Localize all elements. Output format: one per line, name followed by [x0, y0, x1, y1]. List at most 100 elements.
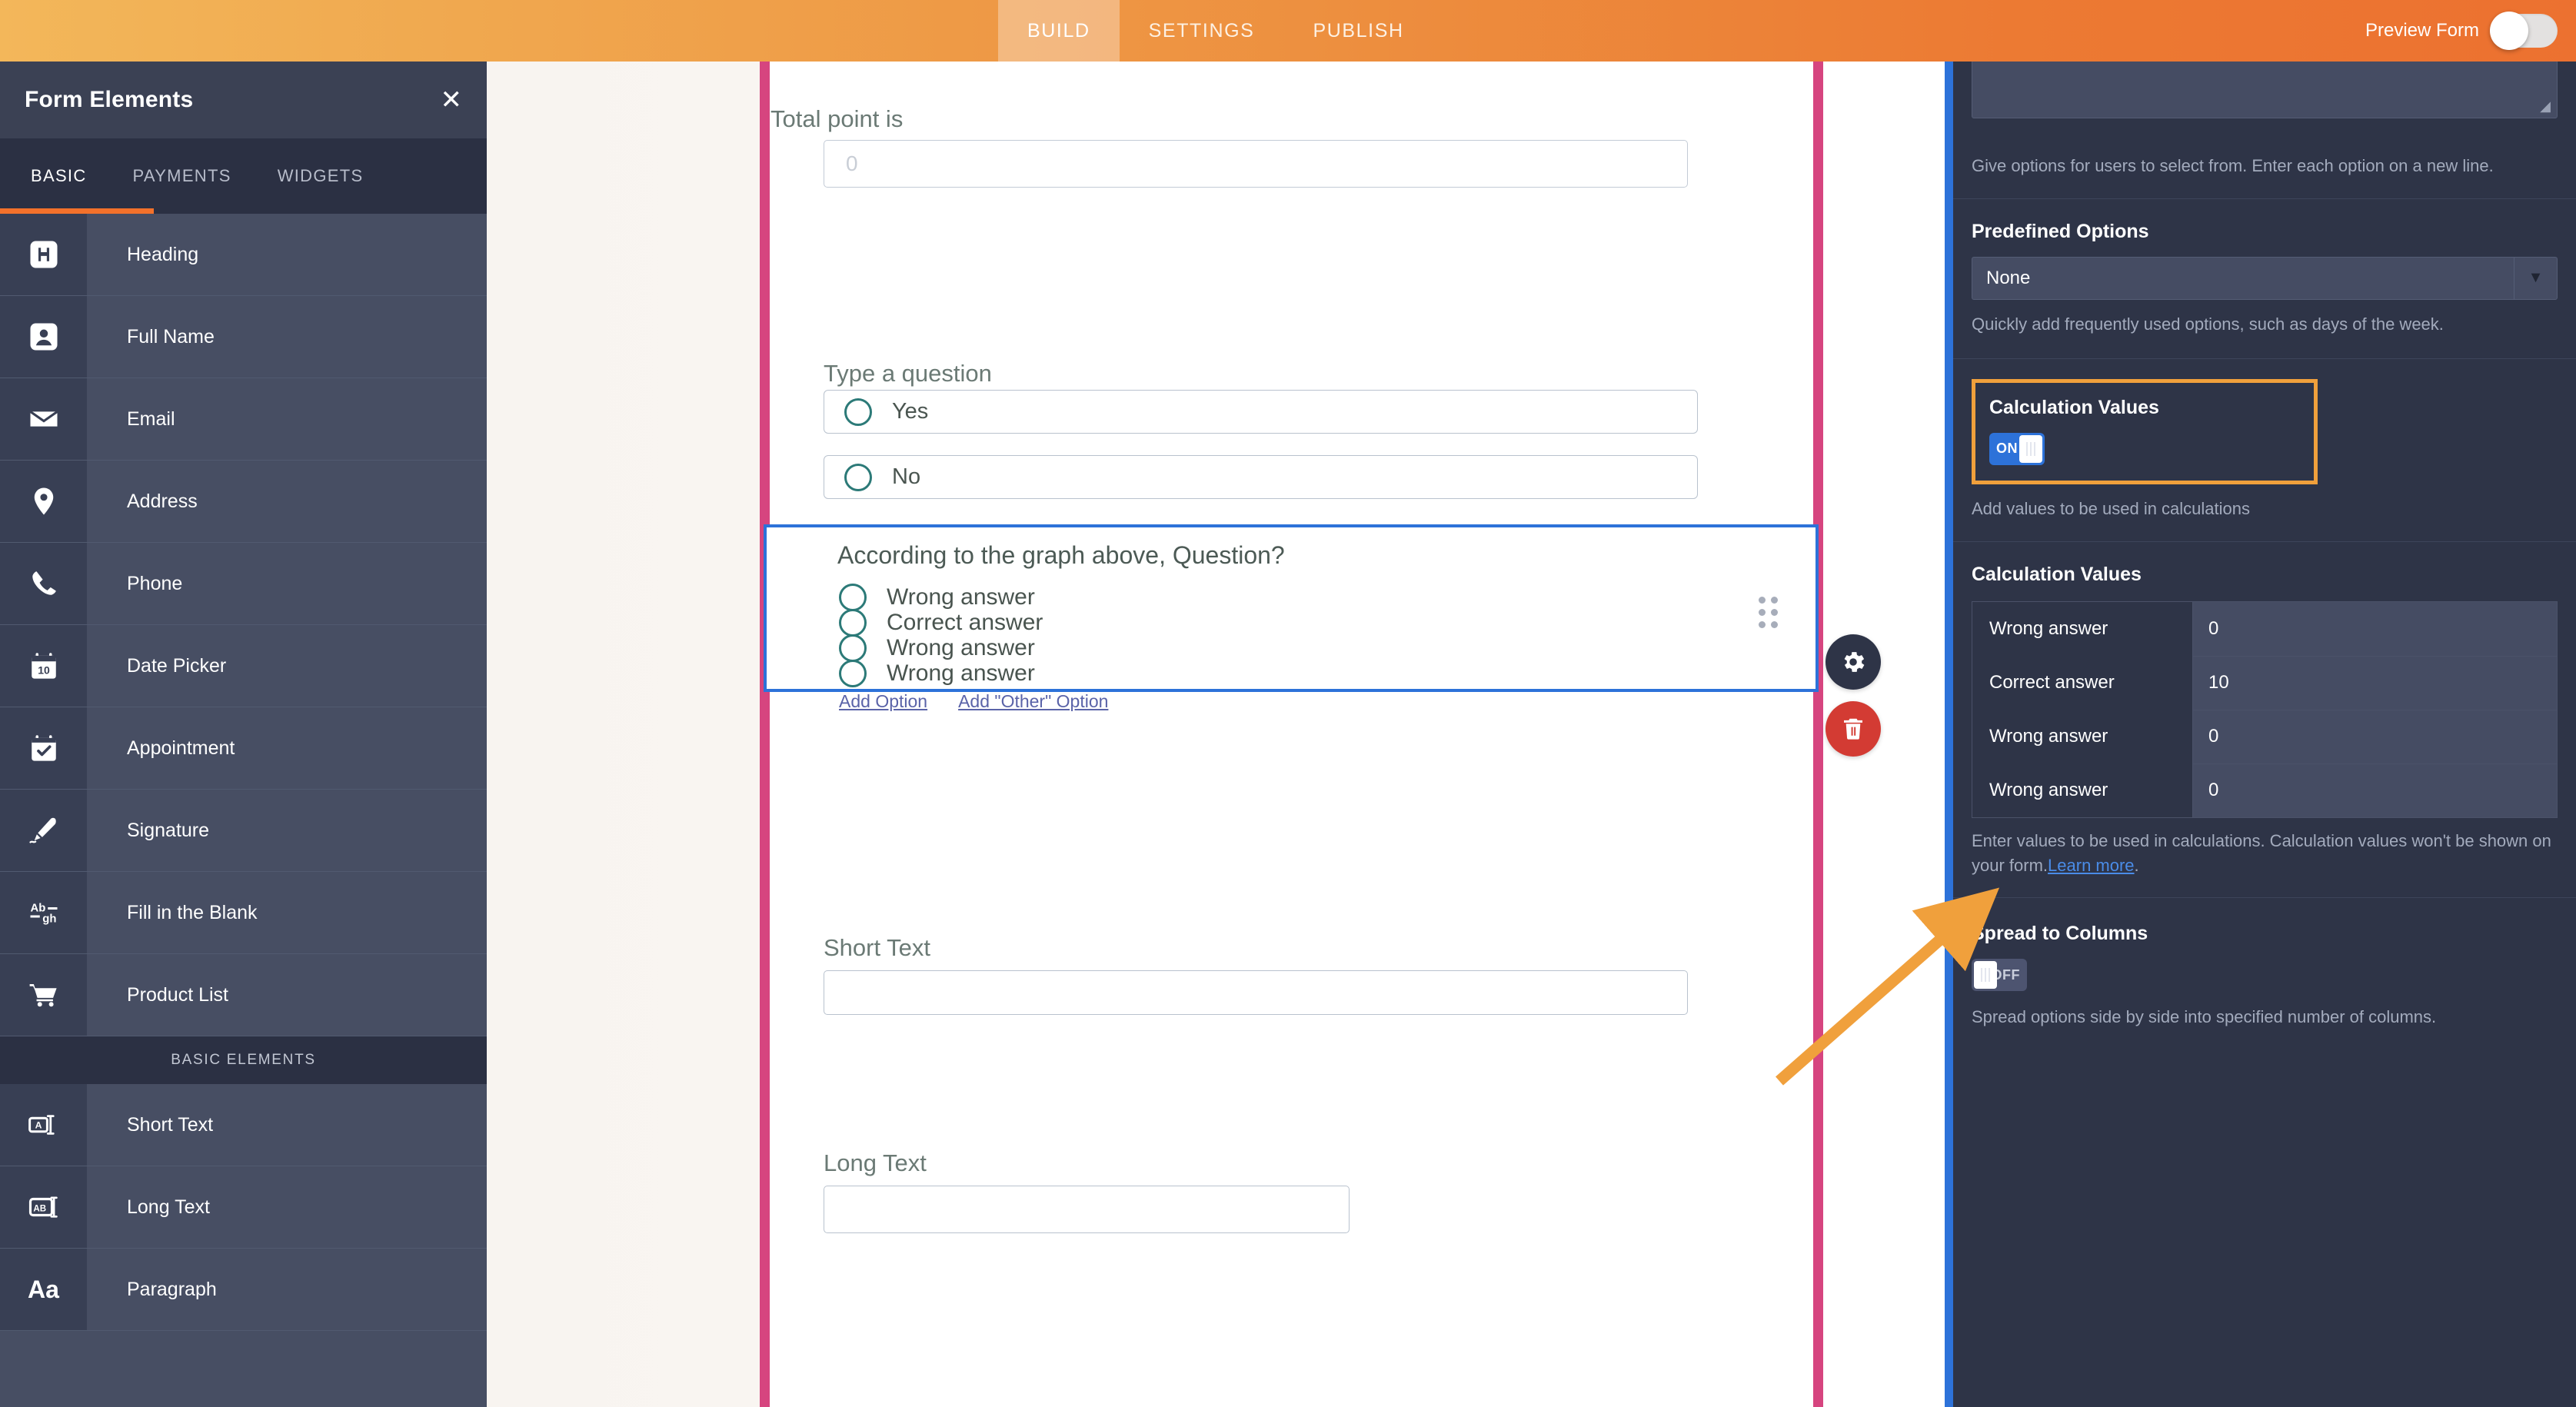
long-text-input[interactable] [824, 1186, 1350, 1233]
calculation-values-toggle[interactable]: ON [1989, 433, 2045, 465]
sidebar-item-phone[interactable]: Phone [0, 543, 487, 625]
form-elements-panel: Form Elements ✕ BASIC PAYMENTS WIDGETS H… [0, 62, 487, 1407]
radio-icon[interactable] [839, 660, 867, 687]
calculation-values-title: Calculation Values [1972, 564, 2558, 586]
drag-handle-icon[interactable] [1759, 597, 1778, 628]
option-label: No [892, 464, 920, 490]
tab-payments[interactable]: PAYMENTS [110, 138, 255, 214]
preview-form-control[interactable]: Preview Form [2365, 0, 2558, 62]
option-row[interactable]: Correct answer [839, 609, 1043, 637]
fill-blank-icon: Abgh [0, 872, 87, 953]
radio-icon[interactable] [839, 584, 867, 611]
table-row: Wrong answer 0 [1972, 602, 2557, 656]
toggle-knob[interactable] [1974, 961, 1997, 989]
sidebar-item-long-text[interactable]: AB Long Text [0, 1166, 487, 1249]
tab-basic[interactable]: BASIC [8, 138, 110, 214]
short-text-input[interactable] [824, 970, 1688, 1015]
radio-icon[interactable] [844, 464, 872, 491]
sidebar-item-full-name[interactable]: Full Name [0, 296, 487, 378]
short-text-icon: A [0, 1084, 87, 1166]
sidebar-item-paragraph[interactable]: Aa Paragraph [0, 1249, 487, 1331]
form-elements-header: Form Elements ✕ [0, 62, 487, 138]
options-help-text: Give options for users to select from. E… [1972, 154, 2558, 178]
sidebar-item-label: Product List [87, 954, 487, 1036]
toggle-knob[interactable] [2019, 435, 2042, 463]
option-row-no[interactable]: No [824, 455, 1698, 499]
calc-option-value[interactable]: 0 [2193, 763, 2557, 817]
tab-settings[interactable]: SETTINGS [1120, 0, 1284, 62]
option-label: Wrong answer [887, 635, 1035, 661]
panel-title: Form Elements [25, 87, 193, 113]
sidebar-item-address[interactable]: Address [0, 461, 487, 543]
sidebar-item-label: Short Text [87, 1084, 487, 1166]
calculation-values-help: Enter values to be used in calculations.… [1972, 829, 2558, 898]
calendar-check-icon [0, 707, 87, 789]
add-other-option-link[interactable]: Add "Other" Option [958, 691, 1108, 712]
calc-option-value[interactable]: 0 [2193, 710, 2557, 763]
element-list: Heading Full Name Email Address [0, 214, 487, 1407]
chevron-down-icon[interactable]: ▼ [2514, 258, 2557, 299]
tab-widgets[interactable]: WIDGETS [255, 138, 387, 214]
sidebar-tabs: BASIC PAYMENTS WIDGETS [0, 138, 487, 214]
paragraph-glyph: Aa [28, 1276, 59, 1304]
long-text-icon: AB [0, 1166, 87, 1248]
question-title: According to the graph above, Question? [837, 541, 1285, 570]
calc-option-name: Wrong answer [1972, 710, 2193, 763]
tab-basic-label: BASIC [31, 166, 87, 186]
option-row[interactable]: Wrong answer [839, 584, 1035, 611]
calendar-date-icon: 10 [0, 625, 87, 707]
envelope-icon [0, 378, 87, 460]
toggle-knob[interactable] [2490, 12, 2528, 50]
option-label: Correct answer [887, 610, 1043, 636]
total-point-input[interactable]: 0 [824, 140, 1688, 188]
option-row[interactable]: Wrong answer [839, 634, 1035, 662]
settings-panel-edge [1945, 62, 1953, 1407]
map-pin-icon [0, 461, 87, 542]
predefined-options-select[interactable]: None ▼ [1972, 257, 2558, 300]
selected-question-block[interactable]: According to the graph above, Question? … [764, 524, 1819, 692]
calc-option-value[interactable]: 10 [2193, 656, 2557, 710]
sidebar-item-signature[interactable]: Signature [0, 790, 487, 872]
preview-form-toggle[interactable] [2491, 14, 2558, 48]
spread-to-columns-help: Spread options side by side into specifi… [1972, 1005, 2558, 1029]
calc-option-name: Wrong answer [1972, 763, 2193, 817]
spread-to-columns-title: Spread to Columns [1972, 923, 2558, 945]
learn-more-link[interactable]: Learn more [2048, 856, 2135, 875]
sidebar-item-label: Appointment [87, 707, 487, 789]
sidebar-item-short-text[interactable]: A Short Text [0, 1084, 487, 1166]
top-tabs: BUILD SETTINGS PUBLISH [998, 0, 1433, 62]
radio-icon[interactable] [839, 609, 867, 637]
tab-publish-label: PUBLISH [1313, 20, 1403, 42]
options-textarea[interactable]: Wrong answer ◢ [1972, 62, 2558, 118]
sidebar-item-email[interactable]: Email [0, 378, 487, 461]
sidebar-item-label: Fill in the Blank [87, 872, 487, 953]
delete-button[interactable] [1825, 701, 1881, 757]
predefined-options-value: None [1972, 268, 2514, 289]
sidebar-item-appointment[interactable]: Appointment [0, 707, 487, 790]
gear-icon [1839, 648, 1867, 676]
form-fields-container: Total point is 0 Type a question Yes No … [770, 62, 1813, 1407]
settings-gear-button[interactable] [1825, 634, 1881, 690]
resize-handle-icon[interactable]: ◢ [2540, 98, 2551, 115]
option-row[interactable]: Wrong answer [839, 660, 1035, 687]
radio-icon[interactable] [844, 398, 872, 426]
calculation-values-toggle-help: Add values to be used in calculations [1972, 497, 2558, 541]
canvas-guide-right [1813, 62, 1823, 1407]
tab-publish[interactable]: PUBLISH [1283, 0, 1433, 62]
add-option-link[interactable]: Add Option [839, 691, 927, 712]
sidebar-item-fill-in-the-blank[interactable]: Abgh Fill in the Blank [0, 872, 487, 954]
short-text-label: Short Text [824, 934, 930, 962]
calculation-values-toggle-title: Calculation Values [1989, 397, 2300, 419]
tab-build[interactable]: BUILD [998, 0, 1120, 62]
calc-option-value[interactable]: 0 [2193, 602, 2557, 656]
sidebar-item-date-picker[interactable]: 10 Date Picker [0, 625, 487, 707]
sidebar-item-label: Phone [87, 543, 487, 624]
sidebar-item-product-list[interactable]: Product List [0, 954, 487, 1036]
close-icon[interactable]: ✕ [441, 87, 463, 113]
sidebar-item-heading[interactable]: Heading [0, 214, 487, 296]
tab-settings-label: SETTINGS [1149, 20, 1255, 42]
radio-icon[interactable] [839, 634, 867, 662]
option-row-yes[interactable]: Yes [824, 390, 1698, 434]
trash-icon [1839, 715, 1867, 743]
spread-to-columns-toggle[interactable]: OFF [1972, 959, 2027, 991]
